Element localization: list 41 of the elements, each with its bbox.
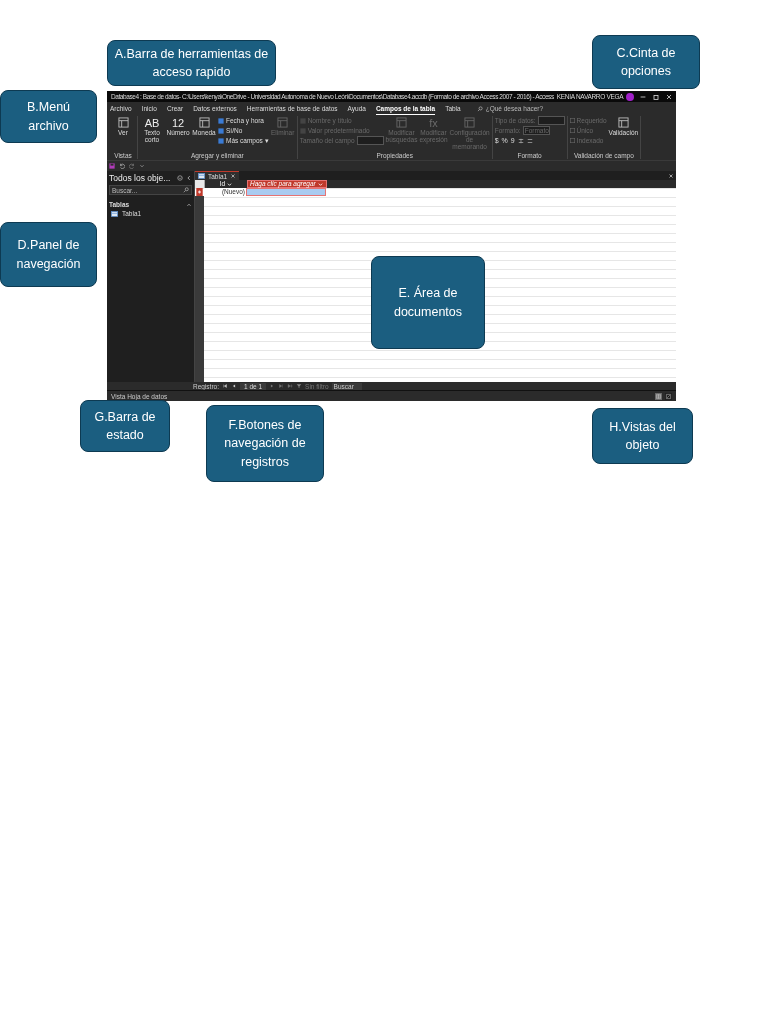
close-icon[interactable] xyxy=(230,173,237,179)
table-icon xyxy=(198,173,205,179)
close-icon[interactable] xyxy=(665,92,673,101)
design-view-icon[interactable] xyxy=(665,392,672,400)
field-icon xyxy=(277,117,289,128)
decimal-icon[interactable] xyxy=(526,137,533,144)
first-record-icon[interactable] xyxy=(222,383,228,389)
callout-label: D.Panel de navegación xyxy=(0,222,97,287)
field-icon xyxy=(464,117,476,128)
last-record-icon[interactable] xyxy=(278,383,285,389)
table-icon xyxy=(111,210,118,217)
field-icon xyxy=(117,117,129,128)
field-icon xyxy=(395,117,407,128)
table-cell[interactable] xyxy=(246,188,326,196)
restore-icon[interactable] xyxy=(652,92,660,101)
search-icon xyxy=(183,187,189,193)
decimal-icon[interactable] xyxy=(517,137,524,144)
chevron-circle-icon[interactable] xyxy=(177,175,183,181)
callout-label: A.Barra de herramientas de acceso rapido xyxy=(107,40,276,86)
pane-title[interactable]: Todos los obje... xyxy=(109,173,174,183)
datasheet-view-icon[interactable] xyxy=(655,392,662,400)
chevron-left-icon[interactable] xyxy=(186,175,192,181)
save-icon[interactable] xyxy=(109,163,115,169)
new-record-icon[interactable] xyxy=(287,383,294,389)
field-icon xyxy=(198,117,210,128)
callout-label: C.Cinta de opciones xyxy=(592,35,700,89)
chevron-up-icon[interactable] xyxy=(186,201,192,208)
avatar-icon[interactable] xyxy=(626,92,634,101)
undo-icon[interactable] xyxy=(119,163,125,169)
callout-label: F.Botones de navegación de registros xyxy=(206,405,324,482)
redo-icon[interactable] xyxy=(129,163,135,169)
ribbon-field[interactable] xyxy=(537,115,565,126)
ribbon-field[interactable] xyxy=(356,135,384,146)
search-icon xyxy=(476,105,483,112)
close-icon[interactable] xyxy=(668,173,674,179)
field-icon xyxy=(617,117,629,128)
callout-label: E. Área de documentos xyxy=(371,256,485,349)
callout-label: H.Vistas del objeto xyxy=(592,408,693,464)
new-record-icon[interactable] xyxy=(195,188,204,196)
callout-label: G.Barra de estado xyxy=(80,400,170,452)
callout-label: B.Menú archivo xyxy=(0,90,97,143)
